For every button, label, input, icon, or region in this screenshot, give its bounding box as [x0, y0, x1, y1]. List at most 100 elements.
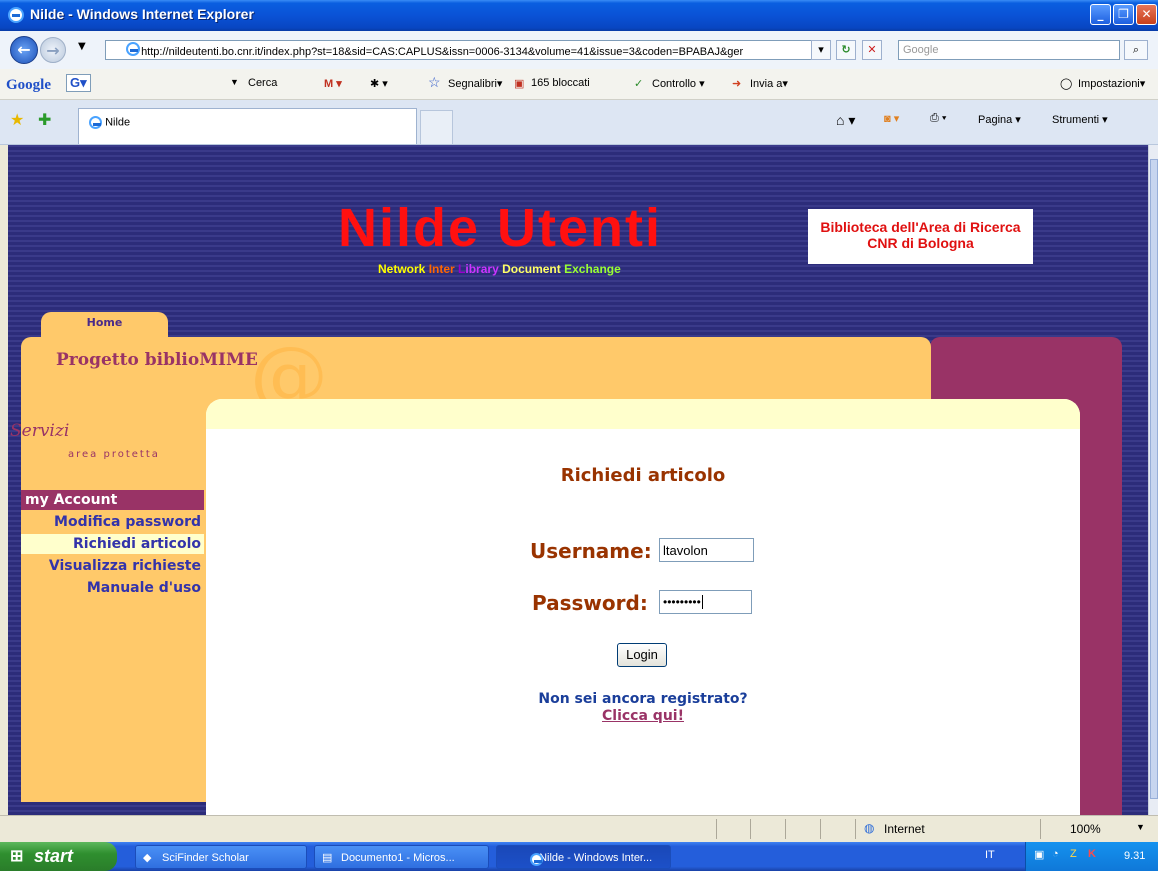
page-heading: Richiedi articolo	[560, 465, 726, 486]
status-divider	[716, 819, 717, 839]
minimize-button[interactable]: _	[1090, 4, 1111, 25]
tools-menu[interactable]: Strumenti ▾	[1052, 113, 1108, 126]
zoom-dropdown-icon[interactable]: ▼	[1136, 822, 1145, 832]
puzzle-icon[interactable]: ✱ ▾	[370, 77, 388, 90]
spellcheck-icon: ✓	[634, 78, 644, 90]
status-divider	[1040, 819, 1041, 839]
task-nilde-browser[interactable]: Nilde - Windows Inter...	[496, 845, 671, 869]
network-icon[interactable]: ▣	[1034, 848, 1044, 861]
status-bar: ◍ Internet 100% ▼	[0, 815, 1158, 842]
taskbar: ⊞ start ◆ SciFinder Scholar ▤ Documento1…	[0, 842, 1158, 871]
menu-header-my-account: my Account	[21, 490, 204, 510]
tray-icon-3[interactable]: Z	[1070, 848, 1077, 860]
password-label: Password:	[532, 591, 648, 615]
not-registered-text: Non sei ancora registrato?	[538, 691, 748, 707]
address-dropdown-icon[interactable]: ▾	[811, 40, 831, 60]
google-logo[interactable]: Google	[6, 77, 51, 94]
language-indicator[interactable]: IT	[985, 849, 995, 861]
status-divider	[750, 819, 751, 839]
search-input[interactable]: Google	[898, 40, 1120, 60]
page-icon	[126, 42, 140, 56]
services-subtitle: area protetta	[68, 449, 160, 460]
blocked-count[interactable]: 165 bloccati	[531, 77, 590, 89]
login-button[interactable]: Login	[617, 643, 667, 667]
tab-label: Nilde	[105, 116, 131, 129]
window-title-bar[interactable]: Nilde - Windows Internet Explorer _ ❐ ✕	[0, 0, 1158, 31]
google-g-dropdown[interactable]: G▾	[66, 74, 91, 92]
add-favorite-icon[interactable]: ✚	[38, 110, 51, 130]
task-scifinder[interactable]: ◆ SciFinder Scholar	[135, 845, 307, 869]
antivirus-icon[interactable]: K	[1088, 848, 1096, 860]
search-dropdown-icon[interactable]: ▼	[230, 77, 239, 87]
password-value: •••••••••	[663, 595, 701, 609]
menu-item-manuale-uso[interactable]: Manuale d'uso	[21, 578, 204, 598]
close-button[interactable]: ✕	[1136, 4, 1157, 25]
google-toolbar: Google G▾ ▼ Cerca M ▾ ✱ ▾ ☆ Segnalibri▾ …	[0, 69, 1158, 100]
password-input[interactable]: •••••••••	[659, 590, 752, 614]
logo-sub-part: ocument	[510, 262, 565, 276]
tab-ie-icon	[89, 116, 102, 129]
ie-icon	[8, 7, 24, 23]
search-icon[interactable]: ⌕	[1124, 40, 1148, 60]
vertical-scrollbar[interactable]	[1148, 145, 1158, 815]
address-input[interactable]: http://nildeutenti.bo.cnr.it/index.php?s…	[105, 40, 829, 60]
spellcheck-button[interactable]: Controllo ▾	[652, 77, 705, 90]
menu-item-richiedi-articolo[interactable]: Richiedi articolo	[21, 534, 204, 554]
history-dropdown-icon[interactable]: ▼	[78, 41, 86, 52]
clock: 9.31	[1124, 850, 1146, 862]
zoom-level[interactable]: 100%	[1070, 822, 1101, 836]
site-logo-title: Nilde Utenti	[338, 198, 663, 258]
content-header-strip	[206, 399, 1080, 429]
logo-sub-part: ibrary	[465, 262, 503, 276]
library-line-2: CNR di Bologna	[867, 235, 974, 251]
library-line-1: Biblioteca dell'Area di Ricerca	[820, 219, 1021, 235]
bookmarks-button[interactable]: Segnalibri▾	[448, 77, 502, 90]
new-tab-button[interactable]	[420, 110, 453, 144]
text-caret	[701, 595, 703, 609]
address-toolbar: ← → ▼ http://nildeutenti.bo.cnr.it/index…	[0, 31, 1158, 70]
feeds-icon[interactable]: ◙ ▾	[884, 112, 899, 125]
username-input[interactable]	[659, 538, 754, 562]
settings-button[interactable]: Impostazioni▾	[1078, 77, 1145, 90]
tab-bar: ★ ✚ Nilde ⌂ ▾ ◙ ▾ ⎙ ▾ Pagina ▾ Strumenti…	[0, 100, 1158, 145]
url-text: http://nildeutenti.bo.cnr.it/index.php?s…	[141, 46, 744, 58]
globe-icon: ◍	[864, 821, 875, 835]
scifinder-icon: ◆	[143, 852, 152, 864]
security-zone[interactable]: Internet	[884, 822, 925, 836]
word-icon: ▤	[322, 852, 333, 864]
favorites-star-icon[interactable]: ★	[10, 110, 24, 130]
site-logo-subtitle: Network Inter Library Document Exchange	[378, 262, 621, 276]
page-viewport: Nilde Utenti Network Inter Library Docum…	[8, 145, 1148, 815]
forward-button[interactable]: →	[40, 37, 66, 63]
back-button[interactable]: ←	[10, 36, 38, 64]
page-menu[interactable]: Pagina ▾	[978, 113, 1021, 126]
home-icon[interactable]: ⌂ ▾	[836, 112, 855, 129]
logo-sub-part: xchange	[572, 262, 621, 276]
services-title: Servizi	[10, 421, 70, 441]
scrollbar-thumb[interactable]	[1150, 159, 1158, 799]
tab-nilde[interactable]: Nilde	[78, 108, 417, 144]
star-icon: ☆	[428, 74, 441, 90]
window-title: Nilde - Windows Internet Explorer	[30, 6, 254, 22]
maximize-button[interactable]: ❐	[1113, 4, 1134, 25]
logo-sub-part: D	[502, 262, 511, 276]
status-divider	[820, 819, 821, 839]
menu-item-modifica-password[interactable]: Modifica password	[21, 512, 204, 532]
menu-item-visualizza-richieste[interactable]: Visualizza richieste	[21, 556, 204, 576]
popup-blocker-icon: ▣	[514, 78, 525, 90]
task-word-document[interactable]: ▤ Documento1 - Micros...	[314, 845, 489, 869]
task-label: Documento1 - Micros...	[341, 852, 455, 864]
refresh-icon[interactable]: ↻	[836, 40, 856, 60]
google-search-button[interactable]: Cerca	[248, 77, 277, 89]
library-banner[interactable]: Biblioteca dell'Area di Ricerca CNR di B…	[808, 209, 1033, 264]
tray-icon-2[interactable]: ◔	[1052, 848, 1059, 860]
logo-sub-part: E	[564, 262, 573, 276]
stop-icon[interactable]: ✕	[862, 40, 882, 60]
logo-sub-part: N	[378, 262, 387, 276]
settings-icon: ◯	[1060, 78, 1073, 90]
gmail-icon[interactable]: M ▾	[324, 77, 342, 90]
register-link[interactable]: Clicca qui!	[206, 708, 1080, 724]
print-icon[interactable]: ⎙ ▾	[930, 112, 946, 125]
start-button[interactable]: ⊞ start	[0, 842, 117, 871]
send-to-button[interactable]: Invia a▾	[750, 77, 788, 90]
